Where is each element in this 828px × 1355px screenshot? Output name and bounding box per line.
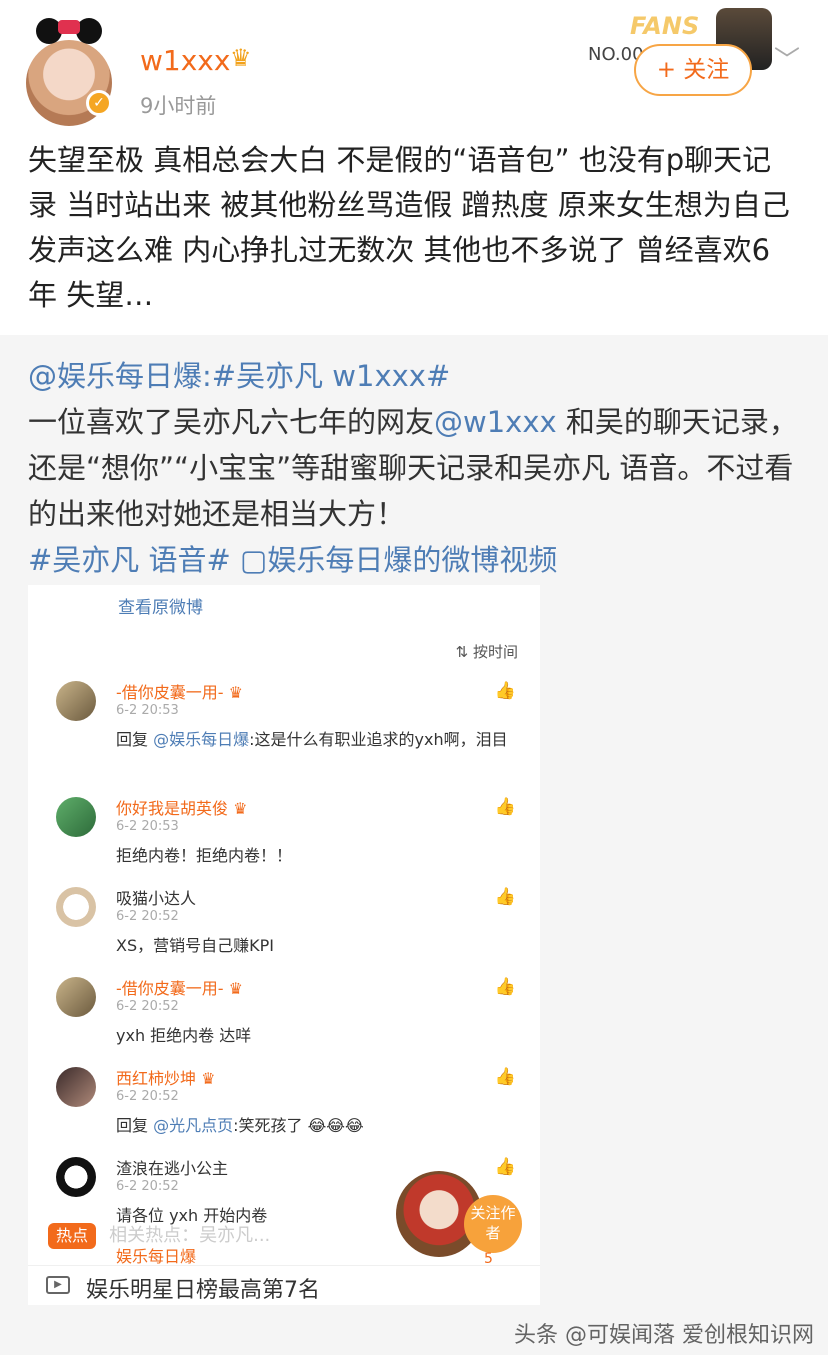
crown-icon: ♛ bbox=[201, 1069, 216, 1088]
like-icon[interactable]: 👍 bbox=[495, 887, 516, 907]
comment-author[interactable]: 渣浪在逃小公主 bbox=[116, 1155, 228, 1179]
comment-time: 6-2 20:53 bbox=[116, 819, 179, 834]
video-card[interactable]: 查看原微博 ⇅ 按时间 -借你皮囊一用- ♛ 6-2 20:53 回复 @娱乐每… bbox=[28, 585, 540, 1305]
reply-prefix: 回复 bbox=[116, 1116, 149, 1135]
comment-avatar[interactable] bbox=[56, 1157, 96, 1197]
username[interactable]: w1xxx bbox=[140, 44, 230, 77]
comment-body: yxh 拒绝内卷 达咩 bbox=[116, 1026, 252, 1045]
comment-author[interactable]: -借你皮囊一用- ♛ bbox=[116, 975, 243, 999]
follow-author-button[interactable]: 关注作者 bbox=[464, 1195, 522, 1253]
comment-avatar[interactable] bbox=[56, 681, 96, 721]
fans-badge-word: FANS bbox=[630, 12, 700, 40]
crown-icon: ♛ bbox=[233, 799, 248, 818]
like-icon[interactable]: 👍 bbox=[495, 1157, 516, 1177]
comment-author[interactable]: 吸猫小达人 bbox=[116, 885, 196, 909]
like-icon[interactable]: 👍 bbox=[495, 977, 516, 997]
view-original-link[interactable]: 查看原微博 bbox=[118, 593, 203, 618]
rank-bar[interactable]: ▶ 娱乐明星日榜最高第7名 bbox=[28, 1265, 540, 1305]
crown-icon: ♛ bbox=[230, 44, 252, 72]
post-time: 9小时前 bbox=[140, 94, 217, 118]
comment-author[interactable]: 西红柿炒坤 ♛ bbox=[116, 1065, 215, 1089]
comment-body: 拒绝内卷！拒绝内卷！！ bbox=[116, 846, 293, 865]
like-icon[interactable]: 👍 bbox=[495, 681, 516, 701]
comment-author-name: 渣浪在逃小公主 bbox=[116, 1159, 229, 1178]
comment-author-name: -借你皮囊一用- bbox=[116, 979, 224, 998]
comment-author[interactable]: 你好我是胡英俊 ♛ bbox=[116, 795, 247, 819]
post-text: 失望至极 真相总会大白 不是假的“语音包” 也没有p聊天记录 当时站出来 被其他… bbox=[28, 143, 790, 312]
weibo-post: ✓ w1xxx ♛ 9小时前 FANS NO.00 + 关注 ﹀ 失望至极 真相… bbox=[0, 0, 828, 335]
comment-author[interactable]: -借你皮囊一用- ♛ bbox=[116, 679, 243, 703]
next-comment-author: 娱乐每日爆 bbox=[116, 1247, 197, 1266]
crown-icon: ♛ bbox=[228, 979, 243, 998]
like-icon[interactable]: 👍 bbox=[495, 797, 516, 817]
minnie-ears-icon bbox=[36, 18, 102, 48]
repost-text: @娱乐每日爆:#吴亦凡 w1xxx# 一位喜欢了吴亦凡六七年的网友@w1xxx … bbox=[28, 353, 798, 583]
chevron-down-icon[interactable]: ﹀ bbox=[774, 40, 800, 77]
hot-tag: 热点 bbox=[48, 1223, 97, 1249]
verified-badge-icon: ✓ bbox=[86, 90, 112, 116]
comment-text: :笑死孩了 😂😂😂 bbox=[233, 1116, 364, 1135]
like-icon[interactable]: 👍 bbox=[495, 1067, 516, 1087]
video-play-icon: ▶ bbox=[46, 1276, 70, 1294]
comment-avatar[interactable] bbox=[56, 797, 96, 837]
repost-section: @娱乐每日爆:#吴亦凡 w1xxx# 一位喜欢了吴亦凡六七年的网友@w1xxx … bbox=[0, 335, 828, 1355]
comment-author-name: 吸猫小达人 bbox=[116, 889, 197, 908]
reply-prefix: 回复 bbox=[116, 730, 149, 749]
comment-time: 6-2 20:52 bbox=[116, 1179, 179, 1194]
comment-time: 6-2 20:52 bbox=[116, 999, 179, 1014]
follow-button[interactable]: + 关注 bbox=[634, 44, 752, 96]
comment-avatar[interactable] bbox=[56, 887, 96, 927]
comment-author-name: -借你皮囊一用- bbox=[116, 683, 224, 702]
comment-author-name: 西红柿炒坤 bbox=[116, 1069, 197, 1088]
reply-mention[interactable]: @娱乐每日爆 bbox=[153, 730, 249, 749]
sort-by-time-button[interactable]: ⇅ 按时间 bbox=[456, 641, 518, 662]
comment-time: 6-2 20:52 bbox=[116, 1089, 179, 1104]
comment-avatar[interactable] bbox=[56, 1067, 96, 1107]
comment-time: 6-2 20:52 bbox=[116, 909, 179, 924]
mention-link[interactable]: @w1xxx bbox=[434, 405, 557, 439]
comment-body: XS，营销号自己赚KPI bbox=[116, 936, 274, 955]
comment-body: 回复 @光凡点页:笑死孩了 😂😂😂 bbox=[116, 1113, 516, 1139]
repost-source-link[interactable]: @娱乐每日爆:#吴亦凡 w1xxx# bbox=[28, 359, 450, 393]
comment-text: :这是什么有职业追求的yxh啊，泪目 bbox=[249, 730, 508, 749]
rank-text: 娱乐明星日榜最高第7名 bbox=[86, 1278, 320, 1303]
repost-body-before: 一位喜欢了吴亦凡六七年的网友 bbox=[28, 405, 435, 439]
hot-topic-bar[interactable]: 热点 相关热点：吴亦凡... bbox=[48, 1221, 428, 1249]
watermark: 头条 @可娱闻落 爱创根知识网 bbox=[514, 1323, 814, 1348]
comment-time: 6-2 20:53 bbox=[116, 703, 179, 718]
topic-video-link[interactable]: #吴亦凡 语音# ▢娱乐每日爆的微博视频 bbox=[28, 543, 557, 577]
comment-author-name: 你好我是胡英俊 bbox=[116, 799, 229, 818]
crown-icon: ♛ bbox=[228, 683, 243, 702]
comment-avatar[interactable] bbox=[56, 977, 96, 1017]
comment-body: 回复 @娱乐每日爆:这是什么有职业追求的yxh啊，泪目 bbox=[116, 727, 516, 753]
reply-mention[interactable]: @光凡点页 bbox=[153, 1116, 233, 1135]
